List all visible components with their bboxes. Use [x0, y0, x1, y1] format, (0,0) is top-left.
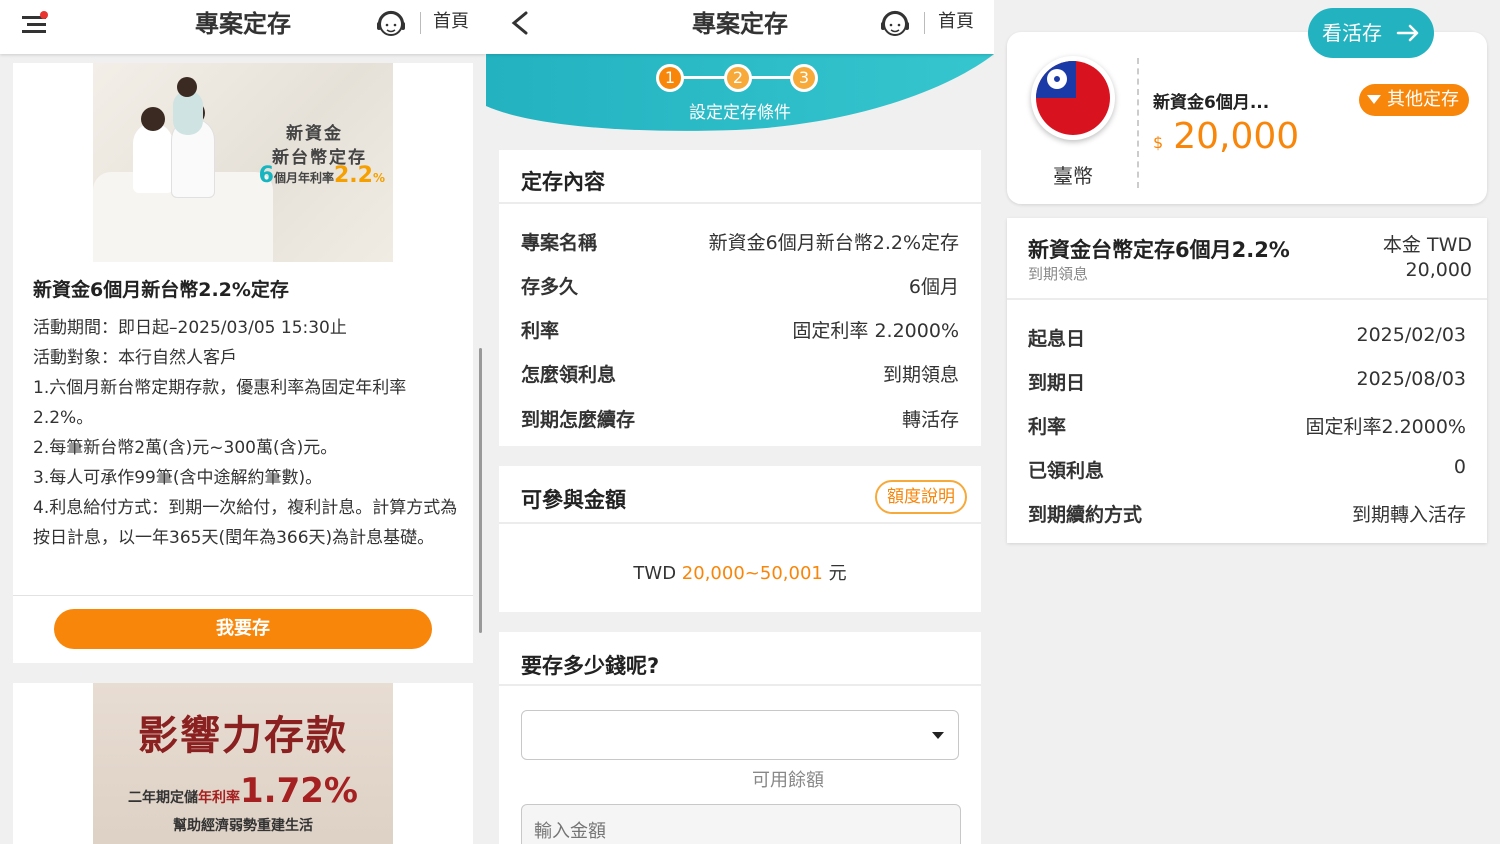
- account-name: 新資金6個月...: [1153, 93, 1270, 113]
- available-balance-label: 可用餘額: [752, 770, 824, 791]
- section-title: 可參與金額: [521, 488, 626, 512]
- banner-rate-line: 6個月年利率2.2%: [258, 163, 385, 188]
- promo-line: 活動對象：本行自然人客戶: [33, 348, 237, 368]
- currency-flag: [1031, 56, 1115, 140]
- banner-line1: 新資金: [286, 124, 343, 144]
- other-deposits-button[interactable]: 其他定存: [1359, 84, 1469, 116]
- section-title: 要存多少錢呢?: [521, 654, 660, 678]
- deposit-name: 新資金台幣定存6個月2.2%: [1028, 238, 1290, 262]
- promo-line: 1.六個月新台幣定期存款，優惠利率為固定年利率2.2%。: [33, 378, 407, 428]
- amount-input[interactable]: [521, 804, 961, 844]
- promo-line: 3.每人可承作99筆(含中途解約筆數)。: [33, 468, 323, 488]
- arrow-right-icon: [1396, 24, 1419, 42]
- principal-value: 20,000: [1405, 259, 1472, 281]
- page-title: 專案定存: [195, 10, 291, 38]
- dashed-divider: [1137, 58, 1139, 188]
- section-title: 定存內容: [521, 170, 605, 194]
- promo-description: 活動期間：即日起–2025/03/05 15:30止 活動對象：本行自然人客戶 …: [33, 313, 463, 553]
- promo2-rate-line: 二年期定儲年利率1.72%: [128, 771, 358, 811]
- step-2: 2: [724, 64, 752, 92]
- deposit-now-button[interactable]: 我要存: [54, 609, 432, 649]
- step-indicator: 1 2 3: [656, 64, 826, 94]
- triangle-down-icon: [1367, 95, 1381, 104]
- promo-card-2: 影響力存款 二年期定儲年利率1.72% 幫助經濟弱勢重建生活: [13, 683, 473, 844]
- top-bar: 專案定存 首頁: [486, 0, 994, 54]
- taiwan-flag-icon: [1036, 61, 1110, 135]
- home-link[interactable]: 首頁: [938, 0, 974, 44]
- deposit-amount-section: 要存多少錢呢? 可用餘額: [499, 632, 981, 844]
- project-deposit-list-screen: 專案定存 首頁 新資金 新台幣定存 6個月年利率2.2% 新資金6個月新台幣2.…: [0, 0, 486, 844]
- deposit-content-section: 定存內容 專案名稱 新資金6個月新台幣2.2%定存 存多久 6個月 利率 固定利率 2…: [499, 150, 981, 446]
- customer-service-icon[interactable]: [878, 6, 912, 40]
- promo-banner-image: 新資金 新台幣定存 6個月年利率2.2%: [93, 63, 393, 262]
- eligible-amount-section: 可參與金額 額度說明 TWD 20,000~50,001 元: [499, 466, 981, 612]
- section-header: 可參與金額 額度說明: [499, 466, 981, 524]
- principal-label: 本金 TWD: [1382, 234, 1472, 256]
- separator: [420, 12, 421, 34]
- promo2-headline: 影響力存款: [138, 713, 348, 759]
- deposit-setup-screen: 專案定存 首頁 1 2 3 設定定存條件 定存內容 專案名稱 新資金6個月新台幣2…: [486, 0, 994, 844]
- promo-title: 新資金6個月新台幣2.2%定存: [33, 279, 289, 301]
- deposit-account-screen: 臺幣 新資金6個月... $20,000 其他定存 看活存 新資金台幣定存6個月…: [994, 0, 1500, 844]
- promo2-subtitle: 幫助經濟弱勢重建生活: [173, 818, 313, 834]
- promo-line: 4.利息給付方式：到期一次給付，複利計息。計算方式為按日計息，以一年365天(閏…: [33, 498, 458, 548]
- caret-down-icon: [932, 732, 944, 739]
- currency-name: 臺幣: [1053, 164, 1093, 188]
- promo-line: 2.每筆新台幣2萬(含)元~300萬(含)元。: [33, 438, 338, 458]
- section-header: 定存內容: [499, 150, 981, 204]
- promo-line: 活動期間：即日起–2025/03/05 15:30止: [33, 318, 347, 338]
- home-link[interactable]: 首頁: [433, 0, 469, 44]
- step-3: 3: [790, 64, 818, 92]
- deposit-detail-card: 新資金台幣定存6個月2.2% 到期領息 本金 TWD 20,000 起息日 202…: [1007, 218, 1487, 543]
- step-1: 1: [656, 64, 684, 92]
- page-title: 專案定存: [692, 10, 788, 38]
- account-card[interactable]: 臺幣 新資金6個月... $20,000 其他定存: [1007, 32, 1487, 204]
- deposit-sub: 到期領息: [1028, 265, 1089, 283]
- separator: [924, 12, 925, 34]
- eligible-range: TWD 20,000~50,001 元: [633, 563, 847, 584]
- customer-service-icon[interactable]: [374, 6, 408, 40]
- scrollbar[interactable]: [479, 348, 482, 633]
- divider: [1007, 298, 1487, 300]
- promo-banner-image-2: 影響力存款 二年期定儲年利率1.72% 幫助經濟弱勢重建生活: [93, 683, 393, 844]
- divider: [13, 595, 473, 596]
- view-savings-button[interactable]: 看活存: [1308, 8, 1434, 58]
- account-amount: $20,000: [1153, 116, 1300, 157]
- step-label: 設定定存條件: [689, 103, 791, 123]
- section-header: 要存多少錢呢?: [499, 632, 981, 686]
- promo-card: 新資金 新台幣定存 6個月年利率2.2% 新資金6個月新台幣2.2%定存 活動期…: [13, 63, 473, 663]
- top-bar: 專案定存 首頁: [0, 0, 486, 54]
- quota-info-button[interactable]: 額度說明: [875, 480, 967, 514]
- source-account-select[interactable]: [521, 710, 959, 760]
